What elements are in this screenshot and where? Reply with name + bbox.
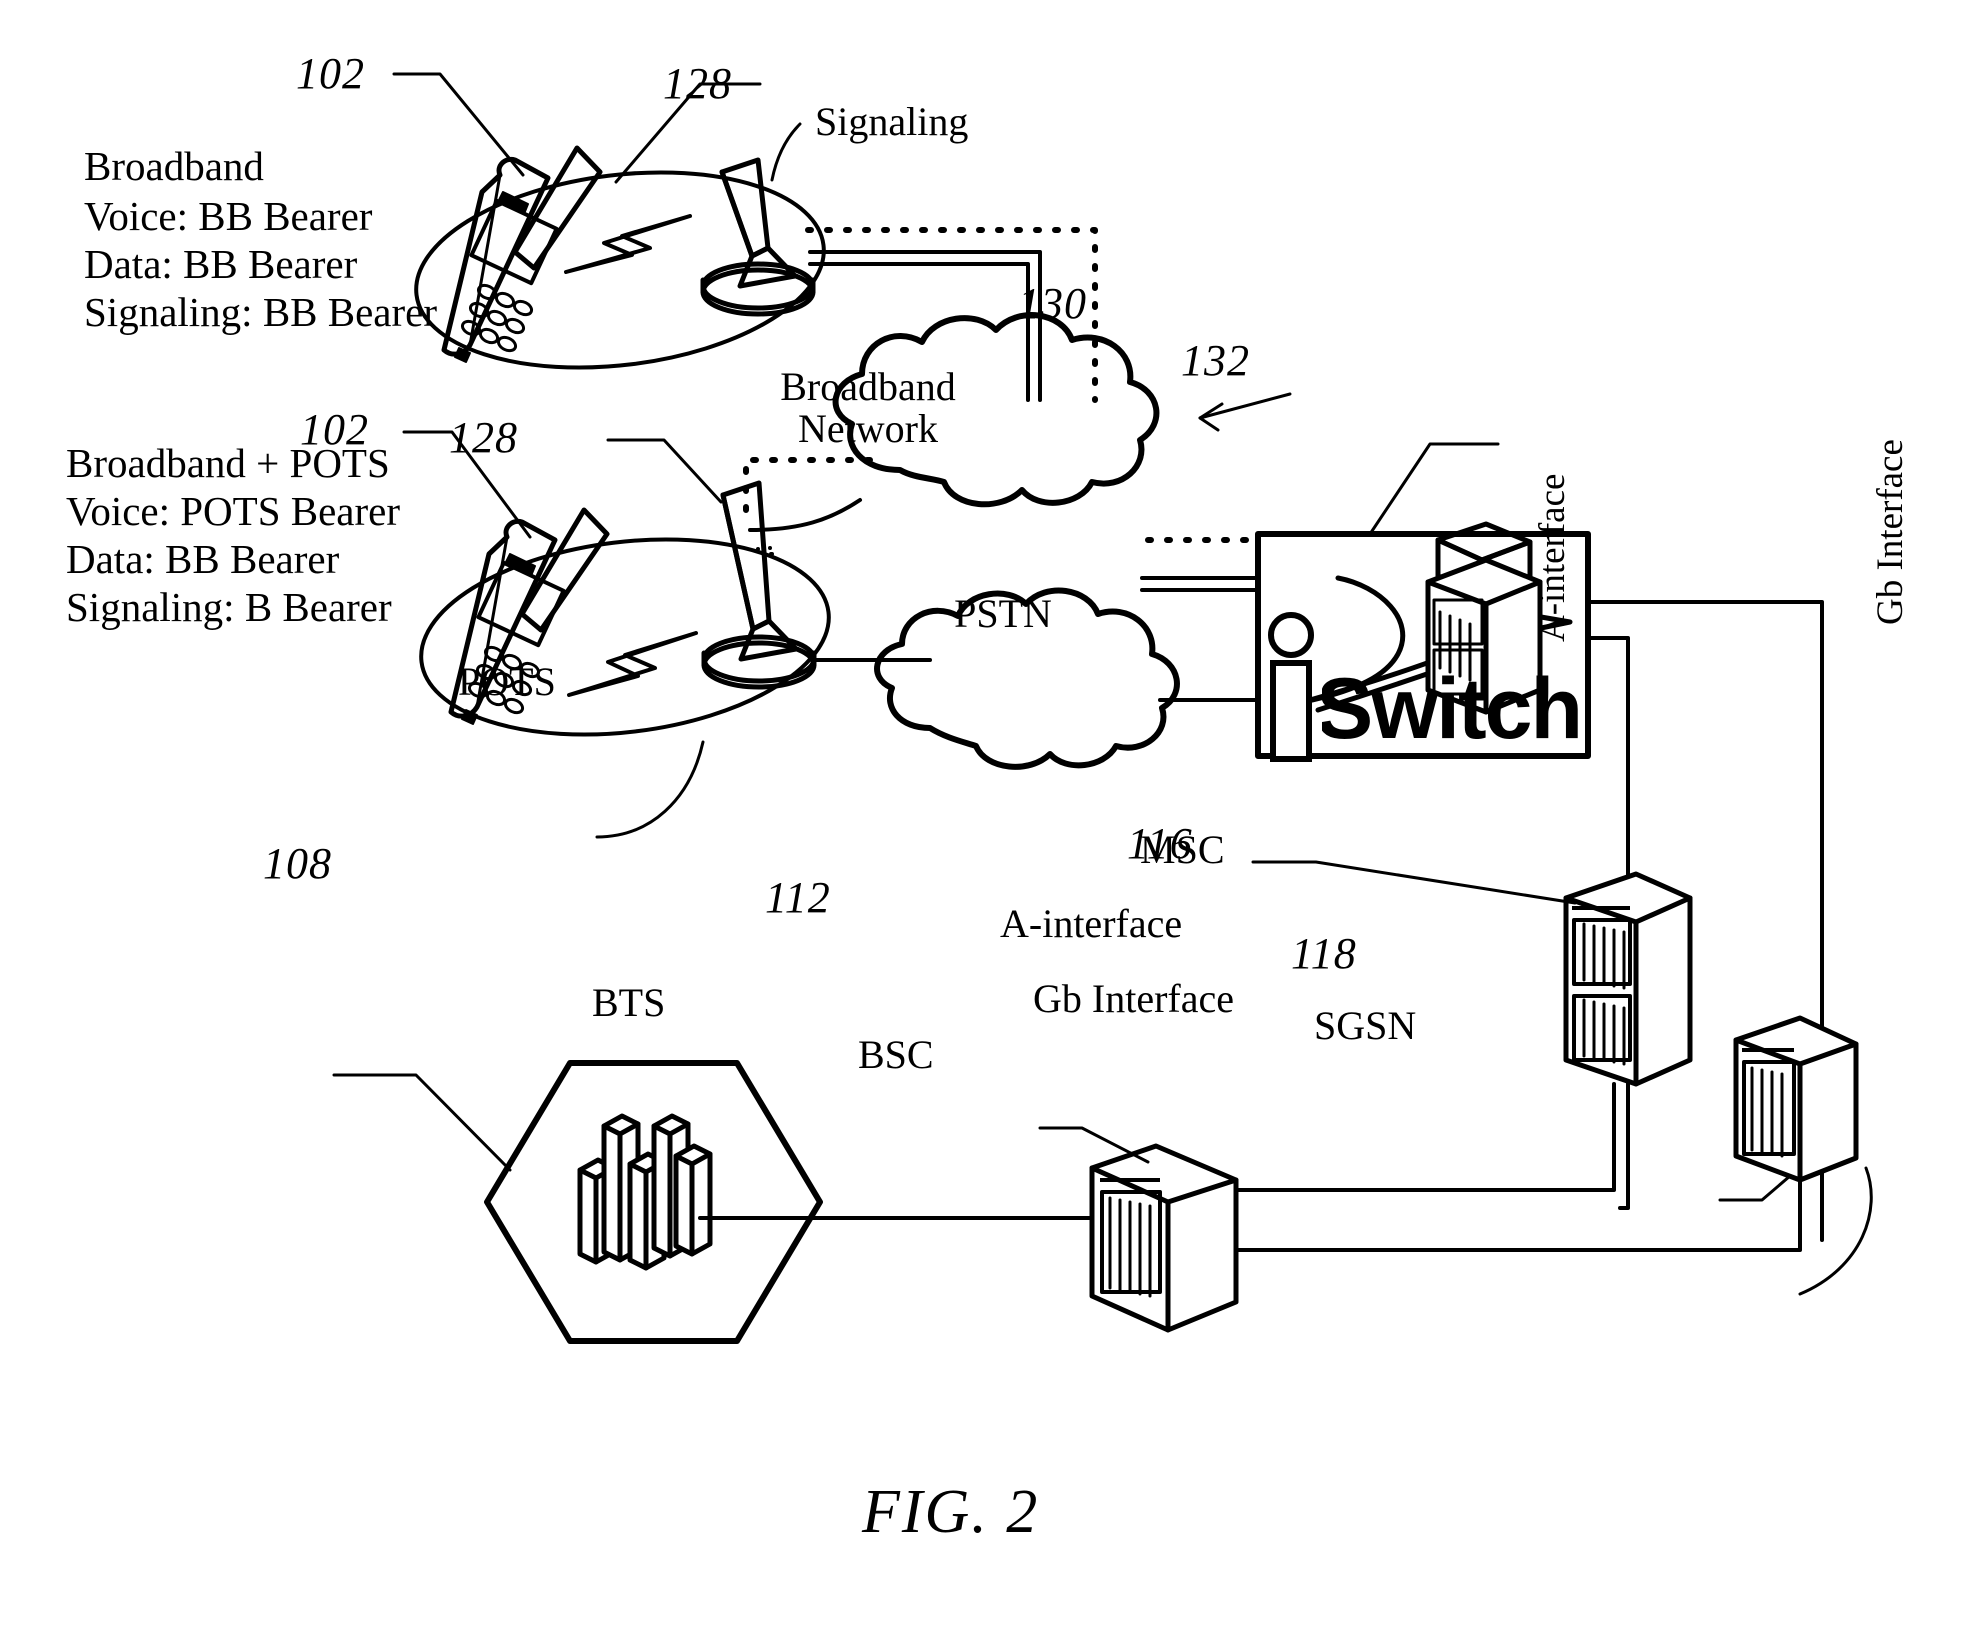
leader-line-132 — [1368, 442, 1500, 536]
msc-leader-real — [1251, 860, 1577, 905]
bearer-block-broadband-pots-data: Data: BB Bearer — [66, 536, 340, 582]
bearer-block-broadband-data: Data: BB Bearer — [84, 241, 358, 287]
bearer-block-broadband-pots-signaling: Signaling: B Bearer — [66, 584, 392, 630]
leader-line-pots — [595, 740, 705, 839]
label-pots: POTS — [458, 659, 556, 704]
bearer-block-broadband-pots-title: Broadband + POTS — [66, 440, 390, 486]
msc-node-icon — [1563, 871, 1693, 1087]
figure-caption: FIG. 2 — [862, 1478, 1040, 1546]
radio-link-bolt-bottom — [567, 631, 698, 697]
ref-numeral-118: 118 — [1291, 929, 1357, 978]
bsc-node-icon — [1089, 1143, 1239, 1333]
leader-line-128-bottom — [606, 438, 723, 504]
iswitch-wordmark: iSwitch — [1294, 661, 1582, 757]
bearer-bottom-curve — [748, 498, 862, 532]
ref-numeral-128-top: 128 — [663, 59, 732, 108]
ref-numeral-128-bottom: 128 — [449, 413, 518, 462]
label-gb-interface-horizontal: Gb Interface — [1033, 976, 1234, 1021]
broadband-network-label-line2: Network — [798, 406, 938, 451]
leader-line-130 — [1198, 392, 1292, 432]
base-station-tower-bottom — [701, 480, 817, 690]
leader-line-signaling — [770, 122, 802, 182]
bearer-block-broadband-voice: Voice: BB Bearer — [84, 193, 373, 239]
broadband-network-label-line1: Broadband — [780, 364, 956, 409]
base-station-tower-top — [700, 157, 816, 317]
iswitch-i-stem-icon — [1270, 660, 1312, 762]
label-signaling: Signaling — [815, 99, 969, 144]
sgsn-node-icon — [1733, 1015, 1859, 1183]
ref-numeral-102-top: 102 — [296, 49, 365, 98]
signaling-line-bottom — [743, 457, 883, 513]
label-gb-interface-vertical: Gb Interface — [1870, 439, 1911, 625]
leader-line-118 — [1718, 1174, 1792, 1202]
bbnet-to-iswitch-solid — [1140, 576, 1260, 592]
label-sgsn: SGSN — [1314, 1003, 1417, 1048]
label-a-interface-horizontal: A-interface — [1000, 901, 1183, 946]
radio-link-bolt-top — [564, 214, 692, 274]
label-bsc: BSC — [858, 1032, 934, 1077]
ref-numeral-108: 108 — [263, 839, 332, 888]
msc-leader-line — [1250, 866, 1572, 904]
label-a-interface-vertical: A-interface — [1532, 473, 1573, 642]
label-msc: MSC — [1140, 827, 1225, 872]
pstn-label: PSTN — [954, 591, 1052, 636]
leader-line-116 — [1258, 862, 1392, 906]
label-bts: BTS — [592, 980, 666, 1025]
sgsn-curve-pointer — [1798, 1166, 1873, 1296]
bearer-block-broadband-signaling: Signaling: BB Bearer — [84, 289, 438, 335]
iswitch-i-dot-icon — [1268, 612, 1314, 658]
ref-numeral-132: 132 — [1181, 336, 1250, 385]
bearer-block-broadband-pots-voice: Voice: POTS Bearer — [66, 488, 401, 534]
msc-to-a-interface-line — [1234, 1082, 1616, 1192]
patent-figure-2: iSwitch 102 128 102 128 130 132 108 112 … — [0, 0, 1984, 1625]
ref-numeral-112: 112 — [765, 873, 831, 922]
leader-line-116-visible — [1252, 862, 1395, 900]
ref-numeral-130: 130 — [1018, 279, 1087, 328]
bearer-block-broadband-title: Broadband — [84, 143, 264, 189]
leader-line-108 — [332, 1073, 512, 1172]
